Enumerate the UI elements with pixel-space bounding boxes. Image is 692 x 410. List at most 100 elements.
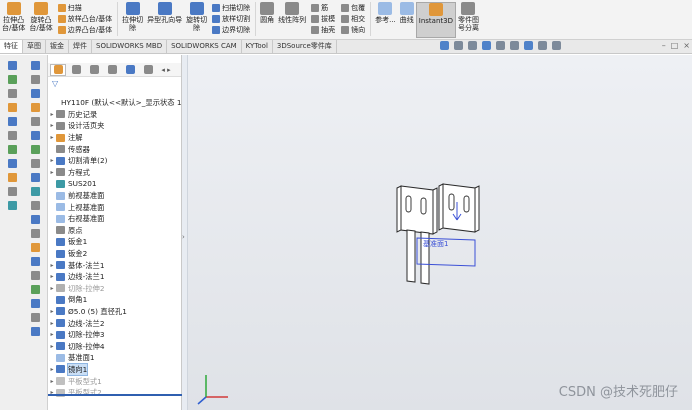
boundary-boss-button[interactable]: 边界凸台/基体 <box>57 24 112 35</box>
toolbar-tool-button[interactable] <box>24 73 46 85</box>
reference-geometry-button[interactable]: 参考... <box>373 2 398 38</box>
tab-cam[interactable]: SOLIDWORKS CAM <box>167 40 242 53</box>
tree-item[interactable]: ▸ 基体-法兰1 <box>48 259 182 271</box>
toolbar-tool-button[interactable] <box>24 297 46 309</box>
tab-mbd[interactable]: SOLIDWORKS MBD <box>92 40 168 53</box>
part-review-button[interactable]: 零件图 号分离 <box>456 2 481 38</box>
tree-item[interactable]: 原点 <box>48 225 182 237</box>
expand-arrow-icon[interactable]: ▸ <box>48 306 56 317</box>
boundary-cut-button[interactable]: 边界切除 <box>212 24 250 35</box>
toolbar-tool-button[interactable] <box>24 199 46 211</box>
toolbar-tool-button[interactable] <box>24 269 46 281</box>
toolbar-tool-button[interactable] <box>24 185 46 197</box>
tree-item[interactable]: ▸ 方程式 <box>48 167 182 179</box>
tree-item[interactable]: ▸ 注解 <box>48 132 182 144</box>
tree-root[interactable]: HY110F (默认<<默认>_显示状态 1> <box>48 97 188 109</box>
toolbar-tool-button[interactable] <box>24 87 46 99</box>
close-icon[interactable]: × <box>683 41 690 50</box>
tree-item[interactable]: 钣金2 <box>48 248 182 260</box>
tab-kytool[interactable]: KYTool <box>242 40 273 53</box>
toolbar-tool-button[interactable] <box>1 129 23 141</box>
tree-item[interactable]: 基准面1 <box>48 352 182 364</box>
expand-arrow-icon[interactable]: ▸ <box>48 329 56 340</box>
curves-button[interactable]: 曲线 <box>398 2 416 38</box>
rib-button[interactable]: 筋 <box>311 2 335 13</box>
tab-sheet-metal[interactable]: 钣金 <box>46 40 69 53</box>
tree-item[interactable]: ▸ 切除-拉伸2 <box>48 283 182 295</box>
expand-arrow-icon[interactable]: ▸ <box>48 120 56 131</box>
extrude-boss-button[interactable]: 拉伸凸 台/基体 <box>0 2 27 38</box>
linear-pattern-button[interactable]: 线性阵列 <box>276 2 308 38</box>
toolbar-tool-button[interactable] <box>24 283 46 295</box>
tree-item[interactable]: ▸ Ø5.0 (5) 直径孔1 <box>48 306 182 318</box>
toolbar-tool-button[interactable] <box>1 73 23 85</box>
toolbar-tool-button[interactable] <box>1 101 23 113</box>
toolbar-tool-button[interactable] <box>1 87 23 99</box>
expand-arrow-icon[interactable]: ▸ <box>48 387 56 398</box>
toolbar-tool-button[interactable] <box>1 115 23 127</box>
cam-tab[interactable] <box>140 64 156 76</box>
feature-tree-tab[interactable] <box>50 63 66 76</box>
toolbar-tool-button[interactable] <box>1 157 23 169</box>
previous-view-icon[interactable] <box>468 41 477 50</box>
hole-wizard-button[interactable]: 异型孔向导 <box>145 2 184 38</box>
expand-arrow-icon[interactable]: ▸ <box>48 376 56 387</box>
expand-arrow-icon[interactable]: ▸ <box>48 271 56 282</box>
tree-item[interactable]: ▸ 历史记录 <box>48 109 182 121</box>
display-style-icon[interactable] <box>510 41 519 50</box>
tree-item[interactable]: ▸ 边线-法兰1 <box>48 271 182 283</box>
toolbar-tool-button[interactable] <box>24 59 46 71</box>
display-manager-tab[interactable] <box>122 64 138 76</box>
configuration-manager-tab[interactable] <box>86 64 102 76</box>
expand-arrow-icon[interactable]: ▸ <box>48 155 56 166</box>
toolbar-tool-button[interactable] <box>1 199 23 211</box>
tree-item[interactable]: ▸ 切除-拉伸3 <box>48 329 182 341</box>
toolbar-tool-button[interactable] <box>24 129 46 141</box>
tree-item[interactable]: 上视基准面 <box>48 201 182 213</box>
toolbar-tool-button[interactable] <box>24 143 46 155</box>
zoom-area-icon[interactable] <box>454 41 463 50</box>
toolbar-tool-button[interactable] <box>1 185 23 197</box>
sweep-button[interactable]: 扫描 <box>57 2 112 13</box>
tree-item[interactable]: 前视基准面 <box>48 190 182 202</box>
toolbar-tool-button[interactable] <box>1 171 23 183</box>
tree-item[interactable]: ▸ 设计活页夹 <box>48 120 182 132</box>
part-model[interactable]: 基准面1 <box>393 180 493 290</box>
tree-item[interactable]: ▸ 镜向1 <box>48 362 182 376</box>
expand-arrow-icon[interactable]: ▸ <box>48 132 56 143</box>
toolbar-tool-button[interactable] <box>24 255 46 267</box>
tree-item[interactable]: SUS201 <box>48 178 182 190</box>
tree-item[interactable]: ▸ 平板型式1 <box>48 375 182 387</box>
tree-item[interactable]: 右视基准面 <box>48 213 182 225</box>
shell-button[interactable]: 抽壳 <box>311 24 335 35</box>
wrap-button[interactable]: 包覆 <box>341 2 365 13</box>
expand-arrow-icon[interactable]: ▸ <box>48 341 56 352</box>
draft-button[interactable]: 拔模 <box>311 13 335 24</box>
tree-item[interactable]: 钣金1 <box>48 236 182 248</box>
expand-arrow-icon[interactable]: ▸ <box>48 318 56 329</box>
expand-arrow-icon[interactable]: ▸ <box>48 109 56 120</box>
mirror-button[interactable]: 镜向 <box>341 24 365 35</box>
tree-item[interactable]: 倒角1 <box>48 294 182 306</box>
restore-icon[interactable]: □ <box>671 41 679 50</box>
fillet-button[interactable]: 圆角 <box>258 2 276 38</box>
tree-item[interactable]: 传感器 <box>48 143 182 155</box>
expand-arrow-icon[interactable]: ▸ <box>48 167 56 178</box>
view-orientation-icon[interactable] <box>496 41 505 50</box>
toolbar-tool-button[interactable] <box>1 143 23 155</box>
extrude-cut-button[interactable]: 拉伸切 除 <box>120 2 145 38</box>
toolbar-tool-button[interactable] <box>1 59 23 71</box>
zoom-to-fit-icon[interactable] <box>440 41 449 50</box>
toolbar-tool-button[interactable] <box>24 115 46 127</box>
toolbar-tool-button[interactable] <box>24 241 46 253</box>
tree-item[interactable]: ▸ 边线-法兰2 <box>48 317 182 329</box>
tree-item[interactable]: ▸ 平板型式2 <box>48 387 182 399</box>
expand-arrow-icon[interactable]: ▸ <box>48 283 56 294</box>
swept-cut-button[interactable]: 扫描切除 <box>212 2 250 13</box>
revolve-cut-button[interactable]: 旋转切 除 <box>184 2 209 38</box>
tree-item[interactable]: ▸ 切割清单(2) <box>48 155 182 167</box>
instant3d-button[interactable]: Instant3D <box>415 2 456 38</box>
revolve-boss-button[interactable]: 旋转凸 台/基体 <box>27 2 54 38</box>
property-manager-tab[interactable] <box>68 64 84 76</box>
toolbar-tool-button[interactable] <box>24 101 46 113</box>
